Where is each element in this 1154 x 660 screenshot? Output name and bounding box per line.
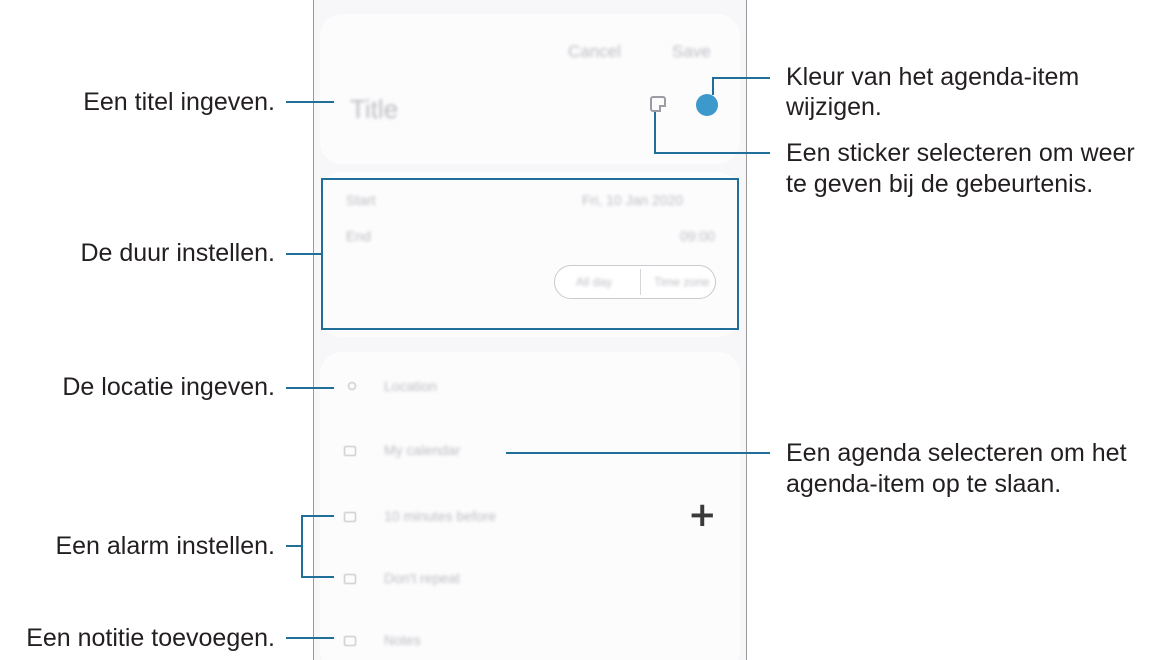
callout-alarm-bracket-top — [301, 515, 334, 517]
location-input[interactable]: Location — [384, 378, 437, 394]
sticker-icon[interactable] — [650, 96, 666, 112]
details-card: Location My calendar 10 minutes before +… — [320, 352, 740, 660]
callout-color-line — [712, 77, 770, 79]
callout-sticker-line — [654, 152, 770, 154]
callout-alarm-bracket-bottom — [301, 576, 334, 578]
save-button[interactable]: Save — [672, 42, 711, 62]
callout-location: De locatie ingeven. — [62, 373, 275, 401]
callout-color-line2: wijzigen. — [786, 93, 882, 121]
callout-sticker-line-vertical — [654, 112, 656, 153]
calendar-icon — [344, 446, 356, 456]
plus-icon[interactable]: + — [688, 498, 717, 532]
cancel-button[interactable]: Cancel — [568, 42, 621, 62]
callout-calendar-line1: Een agenda selecteren om het — [786, 439, 1127, 467]
callout-note: Een notitie toevoegen. — [26, 624, 275, 652]
location-icon — [348, 382, 356, 390]
calendar-selector[interactable]: My calendar — [384, 442, 460, 458]
alarm-icon — [344, 512, 356, 522]
callout-alarm-bracket-vertical — [301, 515, 303, 578]
header-card: Cancel Save Title — [320, 14, 740, 164]
color-dot-icon[interactable] — [696, 94, 718, 116]
callout-note-line — [286, 637, 334, 639]
callout-location-line — [286, 387, 334, 389]
callout-title-line — [286, 101, 334, 103]
callout-sticker-line2: te geven bij de gebeurtenis. — [786, 170, 1094, 198]
callout-color-line1: Kleur van het agenda-item — [786, 63, 1080, 91]
callout-duration-line — [286, 253, 322, 255]
callout-alarm: Een alarm instellen. — [55, 532, 275, 560]
title-input[interactable]: Title — [350, 94, 398, 125]
callout-title: Een titel ingeven. — [83, 88, 275, 116]
repeat-icon — [344, 574, 356, 584]
notes-icon — [344, 636, 356, 646]
callout-calendar-line — [506, 452, 770, 454]
duration-highlight — [321, 178, 739, 330]
callout-sticker-line1: Een sticker selecteren om weer — [786, 139, 1135, 167]
phone-screen: Cancel Save Title Start Fri, 10 Jan 2020… — [313, 0, 747, 660]
alarm-selector[interactable]: 10 minutes before — [384, 508, 496, 524]
callout-duration: De duur instellen. — [80, 239, 275, 267]
notes-input[interactable]: Notes — [384, 632, 421, 648]
callout-color-line-vertical — [712, 77, 714, 95]
callout-alarm-line — [286, 545, 302, 547]
callout-calendar-line2: agenda-item op te slaan. — [786, 470, 1062, 498]
repeat-selector[interactable]: Don't repeat — [384, 570, 460, 586]
